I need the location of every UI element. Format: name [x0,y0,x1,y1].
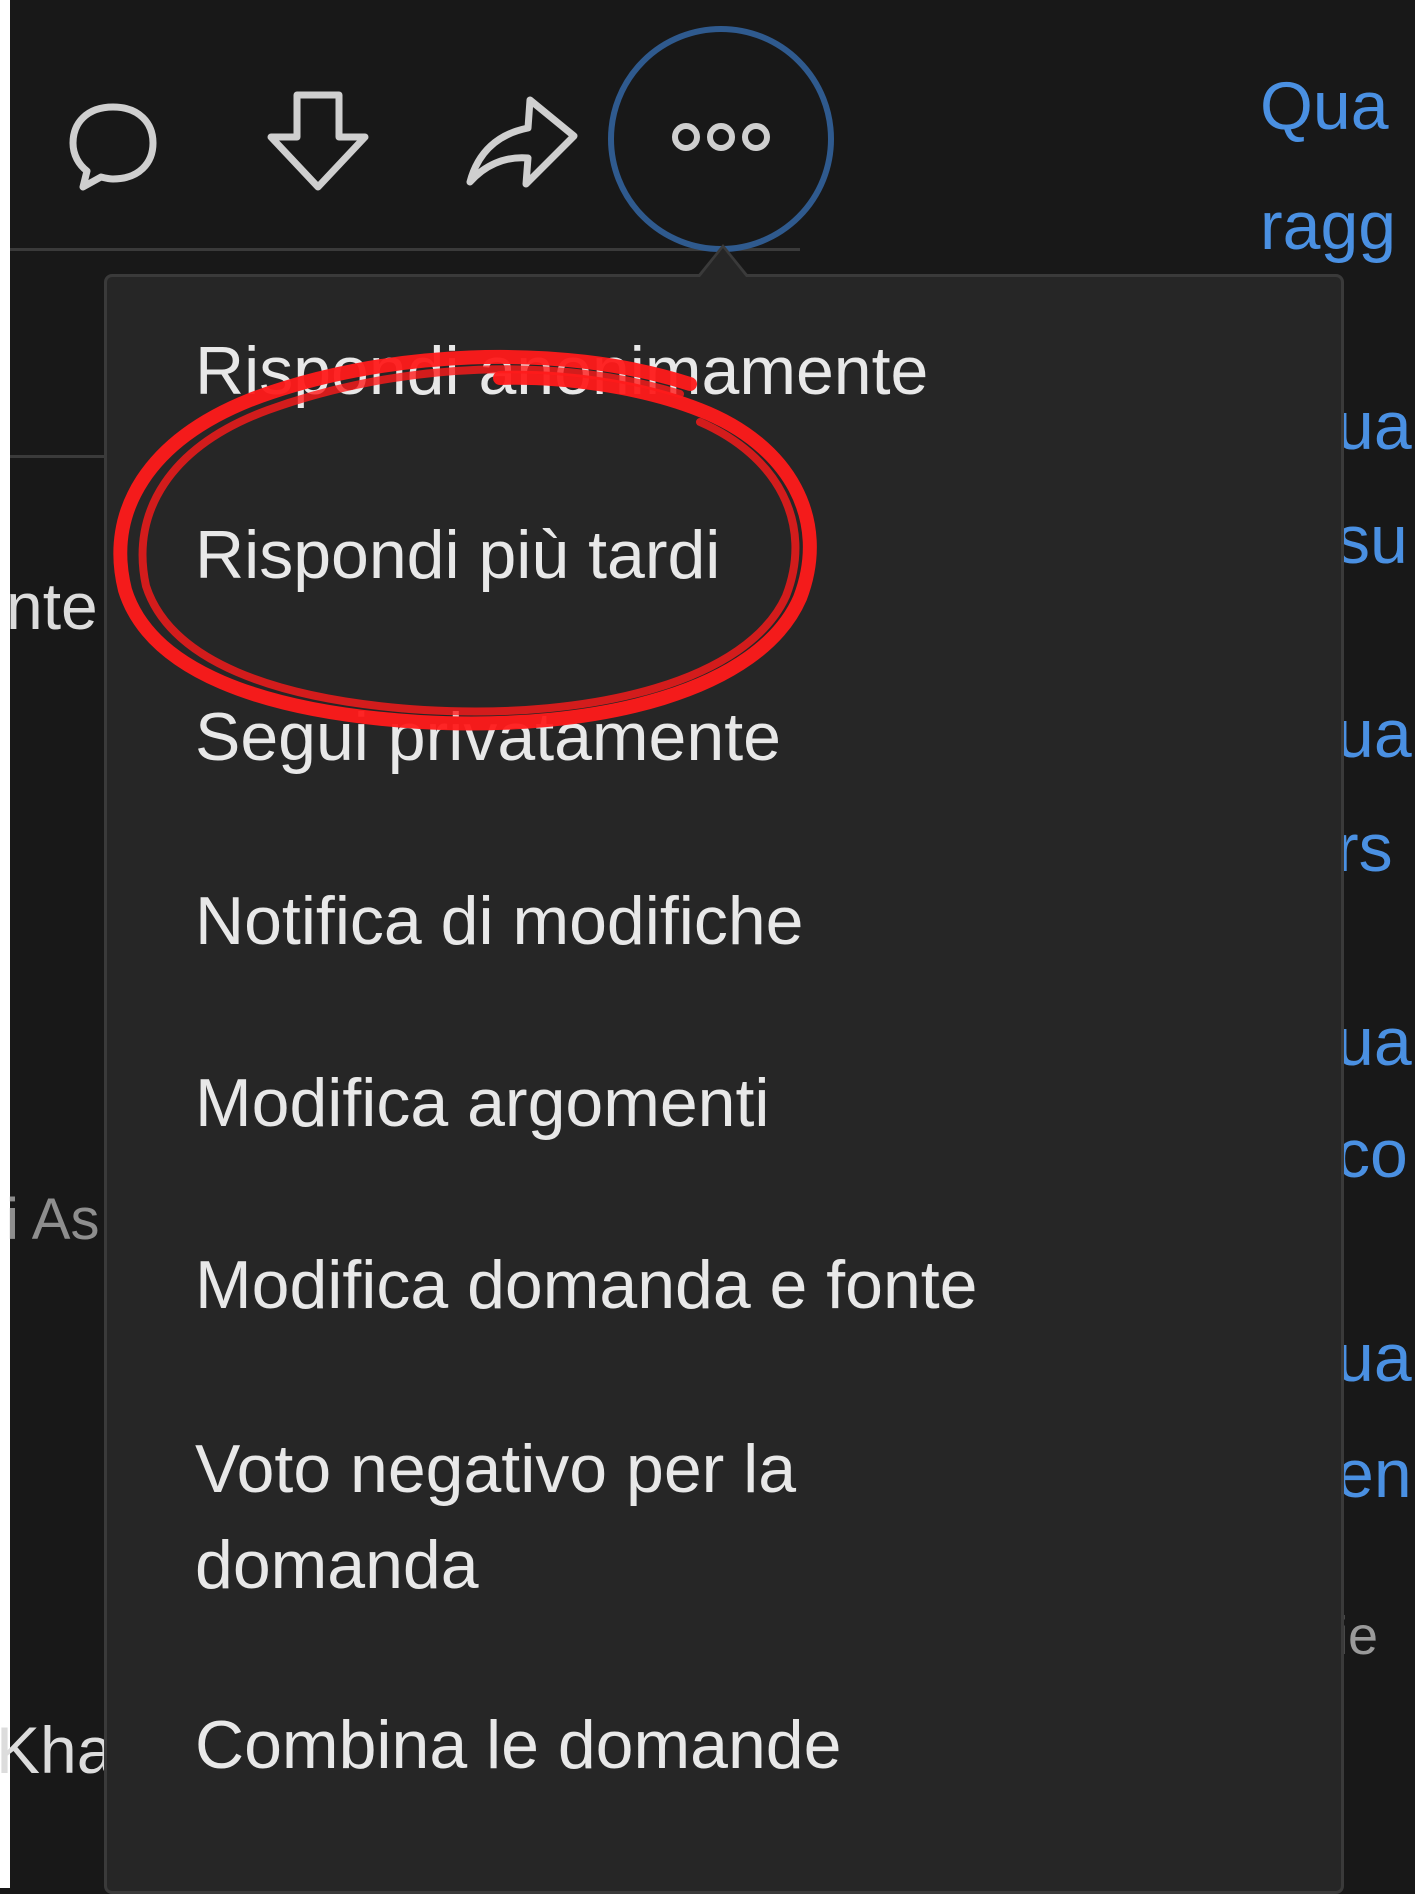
menu-item-edit-question-source[interactable]: Modifica domanda e fonte [195,1237,978,1333]
menu-item-merge-questions[interactable]: Combina le domande [195,1697,841,1793]
menu-item-answer-later[interactable]: Rispondi più tardi [195,507,720,603]
feed-author-fragment: Kha [0,1713,114,1787]
downvote-icon[interactable] [258,82,378,202]
related-question-link[interactable]: su [1336,500,1408,580]
action-bar-divider [10,248,800,251]
more-options-icon [666,117,776,162]
related-question-link[interactable]: Qua [1260,66,1389,146]
feed-divider [10,455,110,458]
related-question-link[interactable]: ua [1336,386,1412,466]
menu-item-follow-privately[interactable]: Segui privatamente [195,689,781,785]
menu-item-edit-topics[interactable]: Modifica argomenti [195,1055,769,1151]
menu-item-notify-edits[interactable]: Notifica di modifiche [195,873,803,969]
related-question-link[interactable]: rs [1336,808,1393,888]
related-question-link[interactable]: ua [1336,1318,1412,1398]
window-edge [0,0,10,1888]
more-options-menu: Rispondi anonimamente Rispondi più tardi… [104,274,1344,1894]
share-icon[interactable] [462,92,582,192]
comment-icon[interactable] [58,90,168,200]
feed-author-fragment: i As [6,1187,100,1252]
menu-item-downvote-question[interactable]: Voto negativo per la domanda [195,1421,955,1613]
more-options-button[interactable] [608,26,834,252]
related-question-link[interactable]: co [1336,1114,1408,1194]
feed-text-fragment: nte [6,569,98,643]
menu-item-answer-anonymously[interactable]: Rispondi anonimamente [195,323,928,419]
related-question-link[interactable]: ragg [1260,186,1396,266]
menu-caret-fill [700,248,746,277]
related-question-link[interactable]: en [1336,1434,1412,1514]
related-question-link[interactable]: ua [1336,1002,1412,1082]
related-question-link[interactable]: ua [1336,694,1412,774]
